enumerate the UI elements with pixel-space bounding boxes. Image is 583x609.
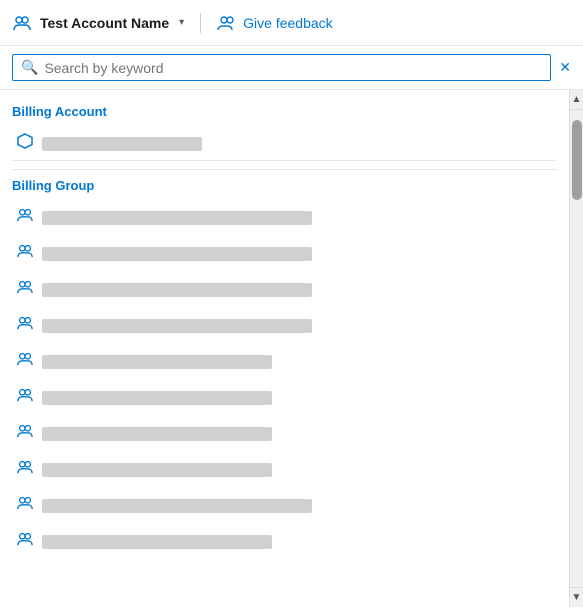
group-bar xyxy=(42,427,272,441)
list-item[interactable] xyxy=(12,453,557,486)
scrollbar-down-button[interactable]: ▼ xyxy=(570,587,583,607)
group-icon xyxy=(16,458,34,481)
group-bar xyxy=(42,355,272,369)
list-item[interactable] xyxy=(12,381,557,414)
chevron-down-icon[interactable]: ▾ xyxy=(179,17,184,28)
billing-group-section: Billing Group xyxy=(12,178,557,558)
search-input[interactable] xyxy=(44,60,542,76)
search-icon: 🔍 xyxy=(21,59,38,76)
group-bar xyxy=(42,499,312,513)
group-bar xyxy=(42,319,312,333)
account-icon xyxy=(12,13,32,33)
billing-account-title: Billing Account xyxy=(12,104,557,119)
search-bar: 🔍 ✕ xyxy=(0,46,583,90)
group-bar xyxy=(42,247,312,261)
group-bar xyxy=(42,391,272,405)
account-name: Test Account Name xyxy=(40,15,169,31)
group-icon xyxy=(16,530,34,553)
group-bar xyxy=(42,283,312,297)
group-icon xyxy=(16,386,34,409)
scrollbar-thumb-area xyxy=(570,110,583,607)
header: Test Account Name ▾ Give feedback xyxy=(0,0,583,46)
group-icon xyxy=(16,494,34,517)
list-item[interactable] xyxy=(12,201,557,234)
list-item[interactable] xyxy=(12,309,557,342)
group-icon xyxy=(16,422,34,445)
group-bar xyxy=(42,211,312,225)
clear-icon[interactable]: ✕ xyxy=(559,59,571,76)
group-bar xyxy=(42,535,272,549)
section-divider xyxy=(12,169,557,170)
group-icon xyxy=(16,206,34,229)
feedback-icon xyxy=(217,14,235,32)
main-content: Billing Account Billing Group xyxy=(0,90,583,607)
header-divider xyxy=(200,13,201,33)
group-icon xyxy=(16,350,34,373)
billing-account-bar xyxy=(42,137,202,151)
group-bar xyxy=(42,463,272,477)
scrollbar-thumb[interactable] xyxy=(572,120,582,200)
feedback-label[interactable]: Give feedback xyxy=(243,15,333,31)
list-item[interactable] xyxy=(12,525,557,558)
list-item[interactable] xyxy=(12,237,557,270)
scrollbar-up-button[interactable]: ▲ xyxy=(570,90,583,110)
billing-group-title: Billing Group xyxy=(12,178,557,193)
list-item[interactable] xyxy=(12,345,557,378)
list-item[interactable] xyxy=(12,273,557,306)
group-icon xyxy=(16,242,34,265)
group-icon xyxy=(16,314,34,337)
billing-account-icon xyxy=(16,132,34,155)
list-item[interactable] xyxy=(12,489,557,522)
list-item[interactable] xyxy=(12,417,557,450)
scrollbar-track: ▲ ▼ xyxy=(569,90,583,607)
billing-account-item[interactable] xyxy=(12,127,557,161)
group-icon xyxy=(16,278,34,301)
search-wrapper: 🔍 xyxy=(12,54,551,81)
scroll-content: Billing Account Billing Group xyxy=(0,90,569,607)
